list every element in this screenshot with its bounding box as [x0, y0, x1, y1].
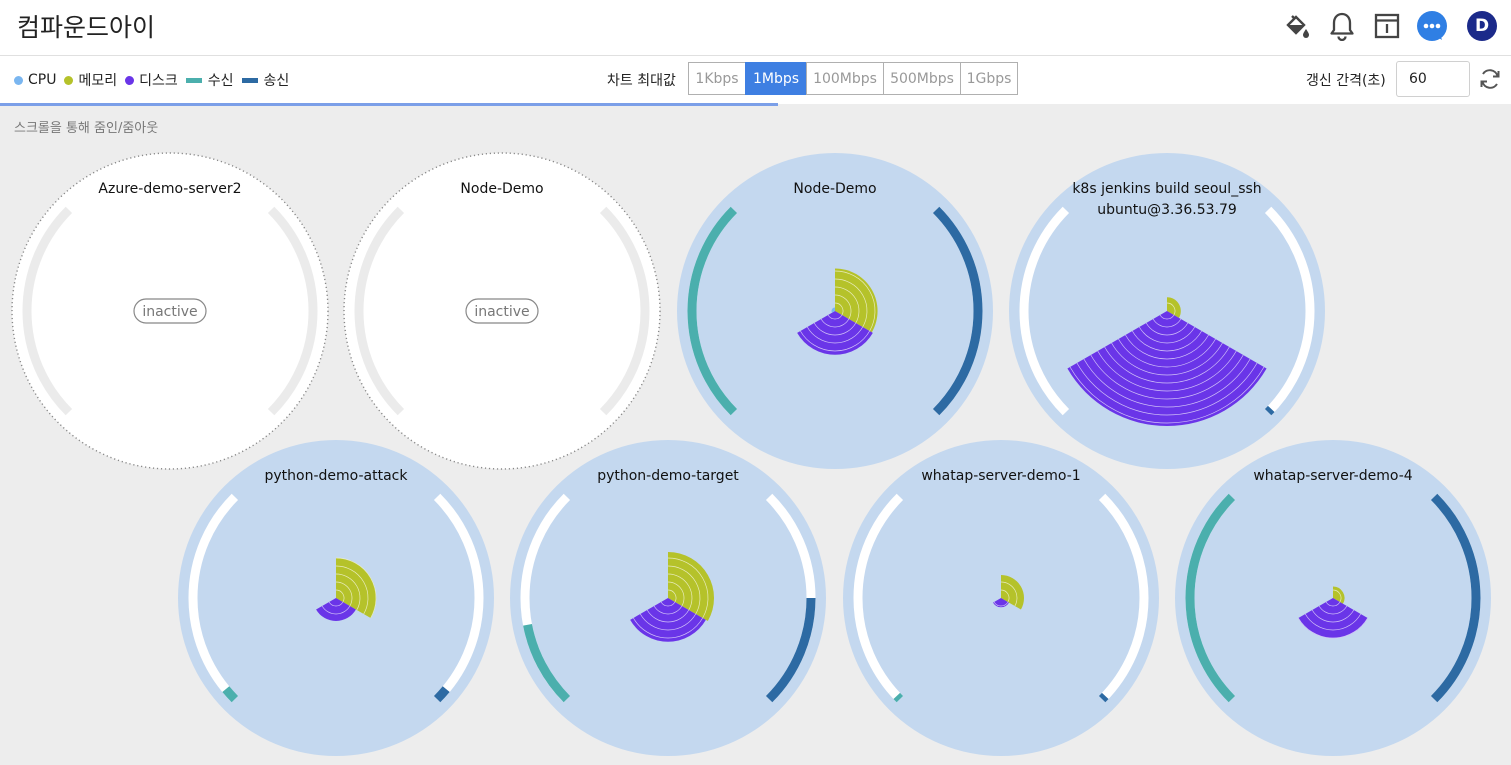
- server-bubble[interactable]: whatap-server-demo-1: [843, 440, 1159, 756]
- legend-swatch: [185, 77, 202, 83]
- chart-max-selector: 1Kbps 1Mbps 100Mbps 500Mbps 1Gbps: [688, 62, 1018, 95]
- server-name: python-demo-target: [597, 468, 739, 484]
- legend-item: CPU: [14, 72, 56, 88]
- legend-item: 디스크: [125, 70, 178, 90]
- server-bubble-canvas[interactable]: Azure-demo-server2 inactive Node-Demo inact…: [0, 106, 1511, 765]
- bell-icon[interactable]: [1326, 10, 1358, 42]
- legend-swatch: [14, 75, 23, 85]
- server-name: whatap-server-demo-1: [921, 468, 1080, 484]
- legend-swatch: [241, 77, 258, 83]
- chart-max-option[interactable]: 1Mbps: [745, 62, 806, 95]
- toolbar: CPU 메모리 디스크 수신 송신 차트 최대값 1Kbps 1Mbps 100Mbps 50…: [0, 56, 1511, 104]
- server-name: Azure-demo-server2: [98, 181, 241, 197]
- status-label: inactive: [474, 304, 529, 320]
- chart-max-option[interactable]: 100Mbps: [806, 62, 883, 95]
- tx-arc: [1264, 405, 1275, 416]
- server-name: Node-Demo: [793, 181, 876, 197]
- tx-arc: [1098, 692, 1109, 703]
- server-bubble[interactable]: Node-Demo inactive: [343, 152, 661, 470]
- legend-label: CPU: [28, 72, 57, 88]
- server-bubble[interactable]: k8s jenkins build seoul_ssh ubuntu@3.36.5…: [1009, 153, 1325, 469]
- server-name: python-demo-attack: [265, 468, 409, 484]
- rx-arc: [893, 692, 904, 703]
- chart-max-option[interactable]: 1Gbps: [960, 62, 1018, 95]
- server-bubble[interactable]: whatap-server-demo-4: [1175, 440, 1491, 756]
- legend-label: 메모리: [78, 73, 118, 89]
- refresh-interval-label: 갱신 간격(초): [1306, 73, 1386, 89]
- chart-max-label: 차트 최대값: [607, 73, 676, 89]
- server-name: ubuntu@3.36.53.79: [1097, 202, 1237, 218]
- user-avatar[interactable]: D: [1466, 10, 1498, 42]
- legend-swatch: [125, 75, 135, 85]
- server-name: k8s jenkins build seoul_ssh: [1072, 181, 1261, 197]
- paint-bucket-icon[interactable]: [1280, 10, 1312, 42]
- legend-item: 메모리: [64, 70, 117, 90]
- info-panel-icon[interactable]: [1371, 10, 1403, 42]
- legend-label: 송신: [263, 73, 290, 89]
- legend-swatch: [64, 75, 74, 85]
- server-bubble[interactable]: python-demo-attack: [178, 440, 494, 756]
- legend-item: 수신: [185, 70, 234, 90]
- server-name: whatap-server-demo-4: [1253, 468, 1412, 484]
- server-bubble[interactable]: python-demo-target: [510, 440, 826, 756]
- chart-max-option[interactable]: 500Mbps: [883, 62, 960, 95]
- app-title: 컴파운드아이: [17, 13, 156, 42]
- status-label: inactive: [142, 304, 197, 320]
- server-name: Node-Demo: [460, 181, 543, 197]
- refresh-interval-input[interactable]: [1396, 61, 1470, 97]
- legend-label: 디스크: [139, 73, 178, 89]
- legend-label: 수신: [207, 73, 234, 89]
- chart-legend: CPU 메모리 디스크 수신 송신: [14, 70, 297, 90]
- server-bubble[interactable]: Azure-demo-server2 inactive: [11, 152, 329, 470]
- chart-max-option[interactable]: 1Kbps: [688, 62, 745, 95]
- legend-item: 송신: [241, 70, 290, 90]
- app-header: 컴파운드아이 D: [0, 0, 1511, 56]
- avatar-initial: D: [1474, 16, 1490, 36]
- chat-icon[interactable]: [1416, 10, 1448, 42]
- refresh-icon[interactable]: [1477, 66, 1503, 92]
- server-bubble[interactable]: Node-Demo: [677, 153, 993, 469]
